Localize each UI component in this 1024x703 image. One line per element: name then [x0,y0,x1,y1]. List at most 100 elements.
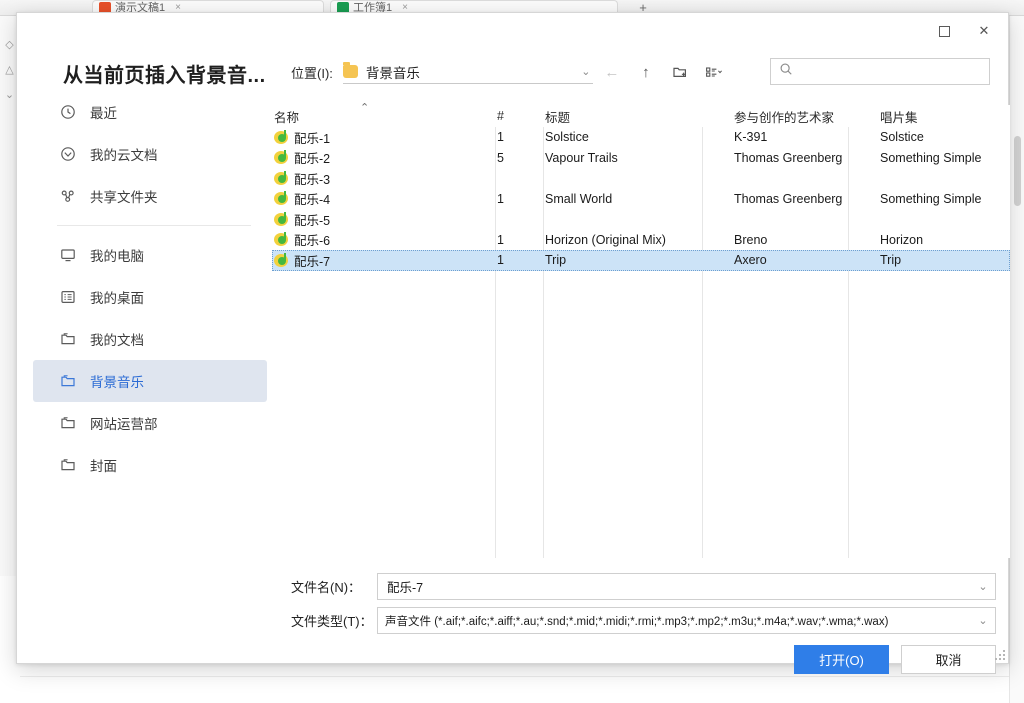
album-cell: Horizon [880,232,924,247]
location-value: 背景音乐 [365,65,420,81]
title-cell [543,168,732,189]
sidebar-item-label: 我的电脑 [90,249,144,264]
sidebar-item-my-documents[interactable]: 我的文档 [33,318,267,360]
album-cell: Solstice [880,130,924,145]
folder-icon [59,331,76,348]
album-cell [878,209,1010,230]
cancel-button[interactable]: 取消 [901,645,996,674]
music-file-icon [274,150,289,165]
search-box[interactable] [770,58,990,85]
chevron-down-icon[interactable]: ⌄ [579,65,593,78]
background-right-rail [1009,16,1024,703]
sidebar-item-recent[interactable]: 最近 [33,91,267,133]
file-list-row[interactable]: 配乐-2 5 Vapour Trails Thomas Greenberg Someth… [272,148,1010,169]
location-label: 位置(I): [291,65,333,81]
filename-row: 文件名(N)： ⌄ [291,573,996,600]
filename-combobox[interactable]: ⌄ [377,573,996,600]
file-list-row[interactable]: 配乐-7 1 Trip Axero Trip [272,250,1010,271]
artist-cell: K-391 [734,130,768,145]
artist-cell: Thomas Greenberg [734,150,843,165]
file-name-label: 配乐-7 [294,254,331,269]
sidebar-item-my-computer[interactable]: 我的电脑 [33,234,267,276]
column-header-album[interactable]: 唱片集 [878,105,1010,127]
file-name-cell: 配乐-1 [272,127,495,148]
filetype-row: 文件类型(T)： 声音文件 (*.aif;*.aifc;*.aiff;*.au;… [291,607,996,634]
sidebar-item-website-operations[interactable]: 网站运营部 [33,402,267,444]
folder-icon [59,415,76,432]
file-list-row[interactable]: 配乐-3 [272,168,1010,189]
sidebar-item-label: 我的文档 [90,333,144,348]
close-icon[interactable]: ✕ [964,17,1004,45]
filetype-combobox[interactable]: 声音文件 (*.aif;*.aifc;*.aiff;*.au;*.snd;*.m… [377,607,996,634]
sidebar-item-label: 我的桌面 [90,291,144,306]
column-header-artist[interactable]: 参与创作的艺术家 [732,105,878,127]
title-cell: Solstice [545,130,589,145]
column-header-track-number[interactable]: # [495,105,543,127]
sidebar-item-background-music[interactable]: 背景音乐 [33,360,267,402]
file-list-row[interactable]: 配乐-4 1 Small World Thomas Greenberg Somethin… [272,189,1010,210]
cloud-icon [59,146,76,163]
folder-icon [59,373,76,390]
background-scrollbar-thumb[interactable] [1014,136,1021,206]
dialog-buttons: 打开(O) 取消 [794,645,996,674]
file-list-row[interactable]: 配乐-5 [272,209,1010,230]
location-combobox[interactable]: 背景音乐 ⌄ [342,60,593,84]
search-input[interactable] [799,63,981,80]
track-number-cell [495,168,543,189]
sidebar-item-cloud-docs[interactable]: 我的云文档 [33,133,267,175]
new-folder-icon[interactable] [665,59,695,85]
file-name-label: 配乐-4 [294,193,331,208]
artist-cell: Thomas Greenberg [734,191,843,206]
artist-cell [732,209,878,230]
sidebar-item-shared-folder[interactable]: 共享文件夹 [33,175,267,217]
desktop-icon [59,289,76,306]
file-list: 名称 # 标题 参与创作的艺术家 唱片集 ⌃ 配乐-1 1 Solstice K-39… [272,102,1010,558]
file-name-label: 配乐-5 [294,213,331,228]
clock-icon [59,104,76,121]
file-name-label: 配乐-2 [294,152,331,167]
up-button[interactable]: ↑ [631,59,661,85]
music-file-icon [274,252,289,268]
track-number-cell: 1 [497,253,504,268]
sidebar-item-label: 我的云文档 [90,148,158,163]
track-number-cell [495,209,543,230]
maximize-icon[interactable] [924,17,964,45]
filetype-label: 文件类型(T)： [291,614,373,629]
window-controls: ✕ [924,17,1004,45]
filename-input[interactable] [385,578,975,595]
sort-ascending-icon: ⌃ [360,102,370,114]
file-name-cell: 配乐-2 [272,148,495,169]
sidebar-item-label: 封面 [90,459,117,474]
sidebar-item-label: 共享文件夹 [90,190,158,205]
album-cell: Something Simple [880,191,982,206]
sidebar-item-my-desktop[interactable]: 我的桌面 [33,276,267,318]
open-button[interactable]: 打开(O) [794,645,889,674]
chevron-down-icon[interactable]: ⌄ [975,580,991,593]
album-cell [878,168,1010,189]
sidebar-item-cover[interactable]: 封面 [33,444,267,486]
insert-background-music-dialog: ✕ 从当前页插入背景音... 最近 我的云文档 共享文件夹 我的电脑 我的桌面 … [16,12,1010,674]
folder-icon [342,62,358,78]
track-number-cell: 1 [497,232,504,247]
file-name-cell: 配乐-7 [272,250,495,271]
folder-icon [59,457,76,474]
dialog-form: 文件名(N)： ⌄ 文件类型(T)： 声音文件 (*.aif;*.aifc;*.… [291,573,996,674]
title-cell [543,209,732,230]
monitor-icon [59,247,76,264]
resize-grip[interactable] [993,648,1005,660]
column-header-name[interactable]: 名称 [272,105,495,127]
column-header-title[interactable]: 标题 [543,105,732,127]
places-sidebar: 最近 我的云文档 共享文件夹 我的电脑 我的桌面 我的文档 背景音乐 网站运营部… [33,91,267,591]
file-list-row[interactable]: 配乐-1 1 Solstice K-391 Solstice [272,127,1010,148]
artist-cell [732,168,878,189]
shape-triangle-icon: △ [5,64,14,76]
chevron-down-icon[interactable]: ⌄ [975,614,991,627]
back-button[interactable]: ← [597,59,627,85]
music-file-icon [274,170,289,186]
file-name-cell: 配乐-4 [272,189,495,210]
file-name-label: 配乐-1 [294,131,331,146]
sidebar-item-label: 背景音乐 [90,375,144,390]
file-list-row[interactable]: 配乐-6 1 Horizon (Original Mix) Breno Horizon [272,230,1010,251]
view-options-icon[interactable] [699,59,729,85]
filetype-value: 声音文件 (*.aif;*.aifc;*.aiff;*.au;*.snd;*.m… [385,615,889,628]
